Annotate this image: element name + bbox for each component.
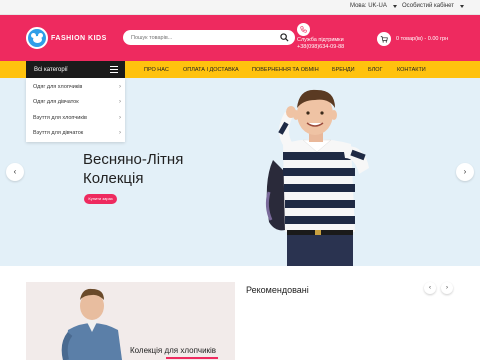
category-label: Взуття для дівчаток [33,130,84,136]
recommended-prev-button[interactable]: ‹ [424,282,436,294]
categories-dropdown: Одяг для хлопчиків › Одяг для дівчаток ›… [26,78,125,142]
chevron-right-icon: › [446,285,448,291]
cart-icon[interactable] [377,32,391,46]
chevron-down-icon [460,4,465,8]
language-selector[interactable]: Мова: UK-UA [350,3,397,9]
category-item[interactable]: Взуття для хлопчиків › [33,115,121,121]
hero-title-line1: Весняно-Літня [83,151,184,168]
recommended-next-button[interactable]: › [441,282,453,294]
chevron-left-icon: ‹ [13,167,17,176]
recommended-heading: Рекомендовані [246,285,309,295]
hero-title: Весняно-Літня Колекція [83,150,183,188]
chevron-right-icon: › [463,167,467,176]
chevron-right-icon: › [119,130,121,136]
site-logo[interactable]: FASHION KIDS [26,27,107,49]
search-input[interactable] [131,32,271,43]
account-label: Особистий кабінет [402,3,455,9]
slider-prev-button[interactable]: ‹ [6,163,24,181]
support-phone[interactable]: +38(098)634-09-88 [297,44,344,51]
nav-about[interactable]: ПРО НАС [144,67,169,73]
category-label: Взуття для хлопчиків [33,115,87,121]
boys-collection-label[interactable]: Колекція для хлопчиків [130,346,216,355]
chevron-right-icon: › [119,84,121,90]
hero-title-line2: Колекція [83,170,144,187]
menu-icon [110,66,118,73]
category-item[interactable]: Одяг для хлопчиків › [33,84,121,90]
top-utility-bar: Мова: UK-UA Особистий кабінет [0,0,480,15]
hero-boy-image [265,89,369,266]
nav-brands[interactable]: БРЕНДИ [332,67,355,73]
nav-returns[interactable]: ПОВЕРНЕННЯ ТА ОБМІН [252,67,319,73]
phone-icon[interactable] [297,23,310,36]
nav-blog[interactable]: БЛОГ [368,67,382,73]
slider-next-button[interactable]: › [456,163,474,181]
account-menu[interactable]: Особистий кабінет [402,3,465,9]
label-underline [166,357,218,359]
all-categories-label: Всі категорії [34,67,68,73]
category-item[interactable]: Взуття для дівчаток › [33,130,121,136]
bear-logo-icon [26,27,48,49]
nav-contacts[interactable]: КОНТАКТИ [397,67,426,73]
category-label: Одяг для дівчаток [33,99,79,105]
chevron-down-icon [392,4,397,8]
shop-now-button[interactable]: Купити зараз [84,194,117,204]
cart-summary[interactable]: 0 товар(ів) - 0.00 грн [396,36,448,42]
category-label: Одяг для хлопчиків [33,84,83,90]
logo-text: FASHION KIDS [51,34,107,42]
nav-payment-delivery[interactable]: ОПЛАТА І ДОСТАВКА [183,67,239,73]
search-icon[interactable] [280,33,289,42]
chevron-right-icon: › [119,115,121,121]
language-label: Мова: UK-UA [350,3,387,9]
chevron-right-icon: › [119,99,121,105]
category-item[interactable]: Одяг для дівчаток › [33,99,121,105]
support-label: Служба підтримки [297,37,344,43]
support-info: Служба підтримки +38(098)634-09-88 [297,37,344,51]
all-categories-button[interactable]: Всі категорії [26,61,125,78]
site-header: FASHION KIDS Служба підтримки +38(098)63… [0,15,480,61]
search-bar [123,30,295,45]
chevron-left-icon: ‹ [429,285,431,291]
